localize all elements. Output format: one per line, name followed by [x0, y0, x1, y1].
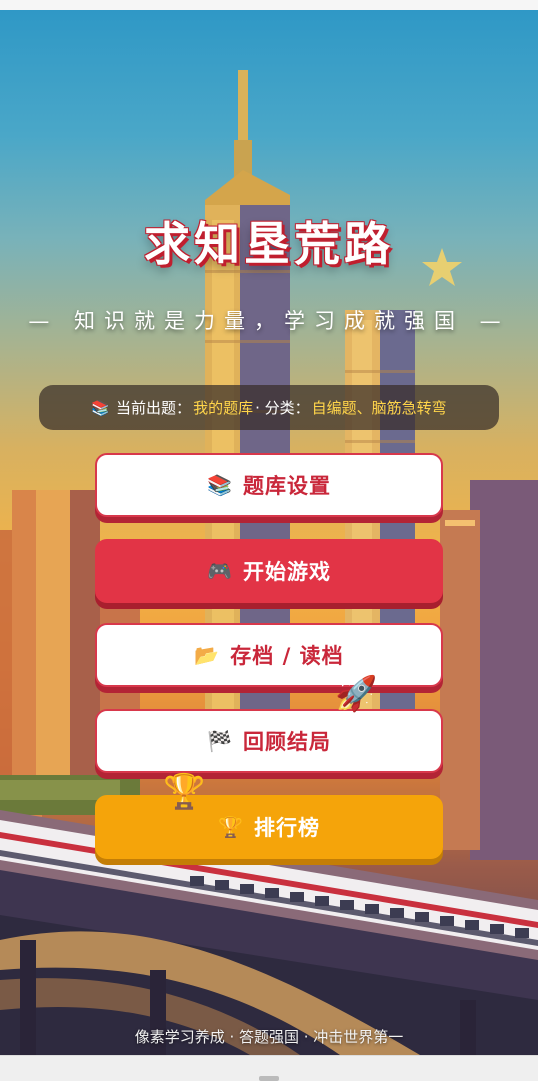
city-background [0, 70, 538, 1055]
leaderboard-button[interactable]: 🏆 排行榜 [95, 795, 443, 859]
books-icon: 📚 [91, 398, 111, 417]
question-bank-settings-button[interactable]: 📚 题库设置 [95, 453, 443, 517]
checkered-flag-icon: 🏁 [207, 729, 233, 753]
leaderboard-label: 排行榜 [253, 816, 320, 840]
trophy-icon: 🏆 [218, 815, 244, 839]
game-subtitle: — 知识就是力量，学习成就强国 — [28, 309, 510, 333]
home-indicator[interactable] [259, 1076, 279, 1081]
save-load-button[interactable]: 📂 存档 / 读档 [95, 623, 443, 687]
footer-tagline: 像素学习养成 · 答题强国 · 冲击世界第一 [134, 1028, 404, 1046]
browser-bottom-bar [0, 1055, 538, 1081]
review-endings-button[interactable]: 🏁 回顾结局 [95, 709, 443, 773]
info-prefix: 当前出题： [116, 399, 192, 417]
game-title: 求知垦荒路 [144, 217, 394, 271]
save-load-label: 存档 / 读档 [230, 644, 344, 668]
current-question-info: 📚 当前出题： 我的题库 · 分类： 自编题、脑筋急转弯 [39, 385, 499, 430]
books-icon: 📚 [207, 473, 233, 497]
start-game-button[interactable]: 🎮 开始游戏 [95, 539, 443, 603]
info-bank: 我的题库 [193, 399, 254, 417]
folder-icon: 📂 [194, 643, 221, 667]
start-game-label: 开始游戏 [242, 560, 331, 584]
browser-url-strip [0, 0, 538, 10]
trophy-decoration-icon: 🏆 [163, 772, 206, 812]
game-scene: 求知垦荒路 — 知识就是力量，学习成就强国 — 📚 当前出题： 我的题库 · 分… [0, 10, 538, 1055]
info-categories: 自编题、脑筋急转弯 [311, 399, 447, 417]
question-bank-settings-label: 题库设置 [242, 474, 331, 498]
rocket-icon: 🚀 [335, 674, 378, 714]
gamepad-icon: 🎮 [207, 559, 233, 583]
review-endings-label: 回顾结局 [242, 730, 331, 754]
info-separator: · 分类： [255, 399, 310, 417]
